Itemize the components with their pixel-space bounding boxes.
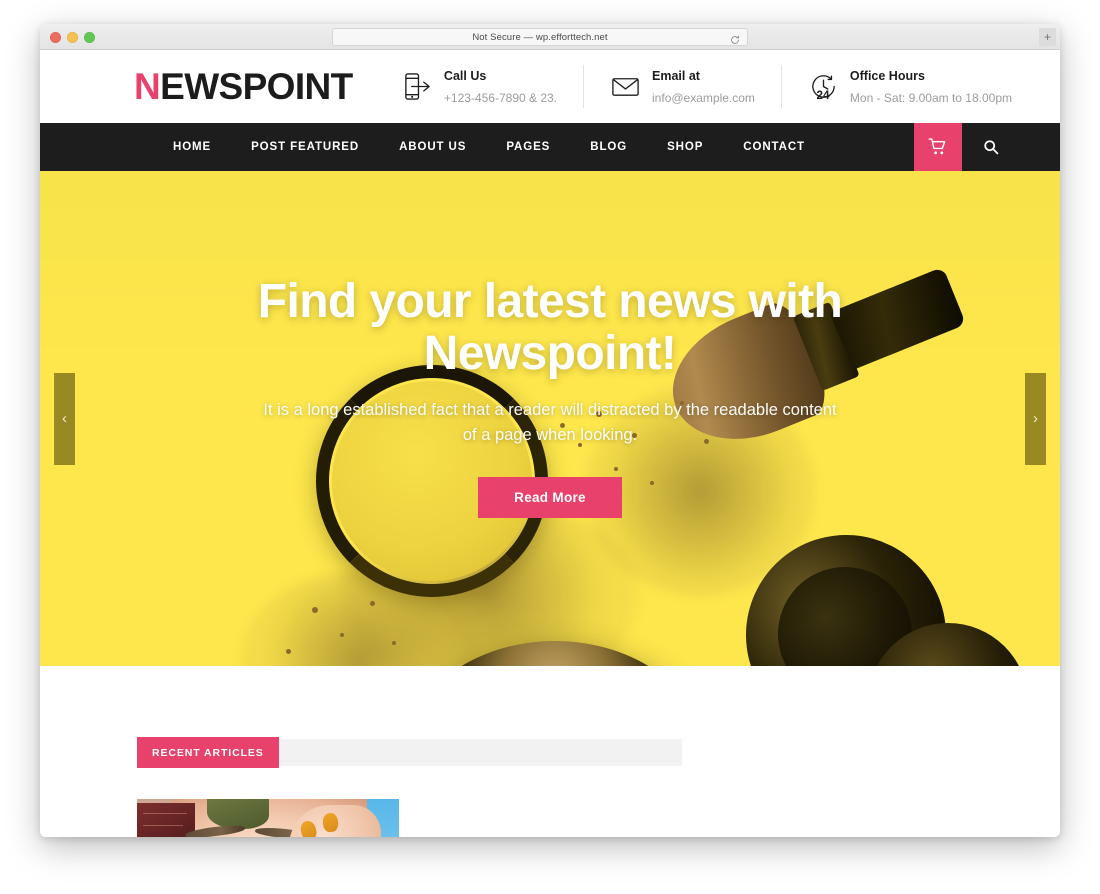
nav-item-home[interactable]: HOME (153, 123, 231, 171)
new-tab-button[interactable]: + (1039, 28, 1056, 46)
page-viewport: NEWSPOINT Call Us +123-456-7890 & 23. Em… (40, 50, 1060, 837)
hero-subtitle: It is a long established fact that a rea… (263, 400, 837, 445)
contact-email-value: info@example.com (652, 90, 755, 105)
browser-window: Not Secure — wp.efforttech.net + NEWSPOI… (40, 24, 1060, 837)
logo-initial: N (134, 66, 161, 107)
article-grid (137, 799, 963, 837)
nav-actions (914, 123, 1060, 171)
article-thumbnail[interactable] (137, 799, 399, 837)
search-icon (983, 139, 999, 155)
article-thumbnail-image (137, 799, 399, 837)
header-contact-info: Call Us +123-456-7890 & 23. Email at inf… (376, 65, 1038, 108)
nav-item-contact[interactable]: CONTACT (723, 123, 825, 171)
section-header-bar: RECENT ARTICLES (137, 737, 682, 768)
reload-icon[interactable] (730, 32, 740, 44)
hero-slider: Find your latest news with Newspoint! It… (40, 171, 1060, 666)
contact-email: Email at info@example.com (583, 65, 781, 108)
slider-next-arrow[interactable]: › (1025, 372, 1046, 465)
address-bar[interactable]: Not Secure — wp.efforttech.net (332, 28, 748, 46)
nav-item-post-featured[interactable]: POST FEATURED (231, 123, 379, 171)
section-tab-recent-articles[interactable]: RECENT ARTICLES (137, 737, 279, 768)
contact-office-hours-value: Mon - Sat: 9.00am to 18.00pm (849, 90, 1012, 105)
contact-email-text: Email at info@example.com (652, 65, 755, 107)
search-button[interactable] (962, 123, 1020, 171)
logo-text: EWSPOINT (160, 66, 353, 107)
nav-right-spacer (1020, 123, 1060, 171)
nav-links: HOME POST FEATURED ABOUT US PAGES BLOG S… (40, 123, 825, 171)
hero-title: Find your latest news with Newspoint! (257, 275, 843, 380)
shopping-cart-icon (928, 137, 948, 157)
nav-item-blog[interactable]: BLOG (570, 123, 647, 171)
close-window-button[interactable] (50, 31, 61, 43)
recent-articles-section: RECENT ARTICLES (40, 666, 1060, 837)
nav-item-shop[interactable]: SHOP (647, 123, 723, 171)
site-header: NEWSPOINT Call Us +123-456-7890 & 23. Em… (40, 50, 1060, 123)
contact-call-us-title: Call Us (443, 69, 487, 84)
contact-call-us-value: +123-456-7890 & 23. (443, 90, 558, 105)
envelope-icon (610, 71, 641, 102)
desktop-backdrop: Not Secure — wp.efforttech.net + NEWSPOI… (0, 0, 1100, 894)
contact-office-hours: 24 Office Hours Mon - Sat: 9.00am to 18.… (780, 65, 1038, 108)
minimize-window-button[interactable] (67, 31, 78, 43)
url-text: Not Secure — wp.efforttech.net (472, 31, 608, 43)
site-logo[interactable]: NEWSPOINT (134, 68, 353, 105)
hero-content: Find your latest news with Newspoint! It… (40, 276, 1060, 518)
contact-email-title: Email at (652, 69, 700, 84)
contact-call-us-text: Call Us +123-456-7890 & 23. (444, 65, 557, 107)
nav-item-pages[interactable]: PAGES (486, 123, 570, 171)
nav-item-about-us[interactable]: ABOUT US (379, 123, 486, 171)
clock-24-icon: 24 (808, 71, 839, 102)
zoom-window-button[interactable] (84, 31, 95, 43)
contact-office-hours-title: Office Hours (849, 69, 925, 84)
cart-button[interactable] (914, 123, 962, 171)
read-more-button[interactable]: Read More (478, 476, 622, 518)
browser-chrome-bar: Not Secure — wp.efforttech.net + (40, 24, 1060, 50)
svg-text:24: 24 (816, 89, 829, 102)
contact-call-us: Call Us +123-456-7890 & 23. (376, 65, 583, 107)
slider-prev-arrow[interactable]: ‹ (54, 372, 75, 465)
contact-office-hours-text: Office Hours Mon - Sat: 9.00am to 18.00p… (850, 65, 1012, 107)
window-controls (50, 24, 95, 50)
main-navigation: HOME POST FEATURED ABOUT US PAGES BLOG S… (40, 123, 1060, 171)
mobile-phone-icon (402, 71, 433, 102)
